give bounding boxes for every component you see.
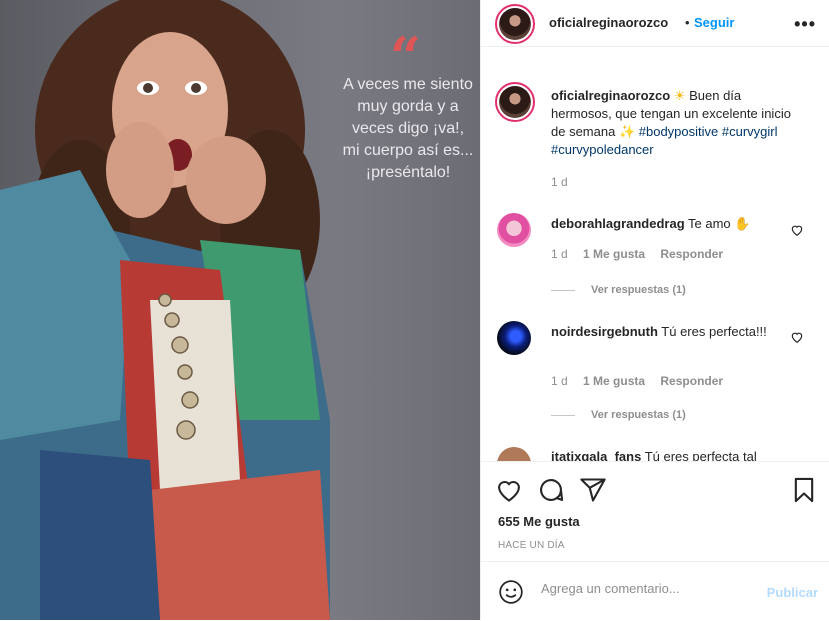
replies-divider [551,414,575,416]
comment-text: Te amo [688,216,731,231]
comment-input[interactable] [539,580,753,597]
view-replies-button[interactable]: Ver respuestas (1) [551,284,686,296]
reply-button[interactable]: Responder [660,247,723,261]
hand-emoji: ✋ [734,216,751,231]
comment-text: Tú eres perfecta tal [644,449,757,461]
commenter-avatar[interactable] [497,321,531,355]
quote-line: veces digo ¡va!, [351,120,465,137]
hashtag-link[interactable]: #curvygirl [722,124,778,139]
view-replies-label: Ver respuestas (1) [591,284,686,296]
emoji-icon[interactable] [498,579,524,605]
reply-button[interactable]: Responder [660,374,723,388]
caption-username[interactable]: oficialreginaorozco [551,88,670,103]
post-timestamp[interactable]: HACE UN DÍA [498,540,565,551]
comment-meta: 1 d 1 Me gusta Responder [551,247,735,261]
commenter-avatar[interactable] [497,213,531,247]
comment-meta: 1 d 1 Me gusta Responder [551,374,735,388]
follow-button[interactable]: Seguir [694,15,734,30]
replies-divider [551,289,575,291]
comment-time: 1 d [551,374,568,388]
post-caption: oficialreginaorozco ☀ Buen día hermosos,… [551,87,801,159]
add-comment-bar: Publicar [481,561,829,621]
separator-dot: • [685,15,690,30]
caption-avatar[interactable] [495,82,535,122]
commenter-avatar[interactable] [497,447,531,461]
hashtag-link[interactable]: #curvypoledancer [551,142,654,157]
photo-quote: A veces me siento muy gorda y a veces di… [333,74,480,184]
quote-line: ¡preséntalo! [365,164,451,181]
quote-line: mi cuerpo así es... [342,142,474,159]
view-replies-label: Ver respuestas (1) [591,409,686,421]
hashtag-link[interactable]: #bodypositive [639,124,719,139]
post-sidebar: oficialreginaorozco • Seguir ••• oficial… [480,0,829,620]
sun-emoji: ☀ [673,88,686,103]
comment: deborahlagrandedrag Te amo ✋ [551,215,791,233]
comment-text: Tú eres perfecta!!! [661,324,767,339]
author-username[interactable]: oficialreginaorozco [549,15,668,30]
comment: itatixgala_fans Tú eres perfecta tal [551,448,791,461]
quote-line: A veces me siento [343,76,473,93]
publish-button[interactable]: Publicar [767,585,818,600]
heart-icon[interactable] [495,476,523,504]
comment-username[interactable]: itatixgala_fans [551,449,641,461]
post-header: oficialreginaorozco • Seguir ••• [481,0,829,47]
more-horizontal-icon[interactable]: ••• [794,14,816,35]
comment-username[interactable]: noirdesirgebnuth [551,324,658,339]
share-icon[interactable] [579,476,607,504]
post-actions: 655 Me gusta HACE UN DÍA [481,461,829,562]
likes-count[interactable]: 655 Me gusta [498,514,580,529]
quote-line: muy gorda y a [357,98,459,115]
comment-time: 1 d [551,247,568,261]
sparkle-emoji: ✨ [618,124,636,139]
comment-like-icon[interactable] [790,330,804,344]
post-photo[interactable]: “ A veces me siento muy gorda y a veces … [0,0,480,620]
comment-icon[interactable] [537,476,565,504]
comment-like-icon[interactable] [790,223,804,237]
caption-time: 1 d [551,175,568,189]
comment-likes[interactable]: 1 Me gusta [583,374,645,388]
comment-username[interactable]: deborahlagrandedrag [551,216,685,231]
bookmark-icon[interactable] [790,476,818,504]
comments-list[interactable]: oficialreginaorozco ☀ Buen día hermosos,… [481,47,829,461]
comment: noirdesirgebnuth Tú eres perfecta!!! [551,323,791,341]
comment-likes[interactable]: 1 Me gusta [583,247,645,261]
author-avatar[interactable] [495,4,535,44]
view-replies-button[interactable]: Ver respuestas (1) [551,409,686,421]
